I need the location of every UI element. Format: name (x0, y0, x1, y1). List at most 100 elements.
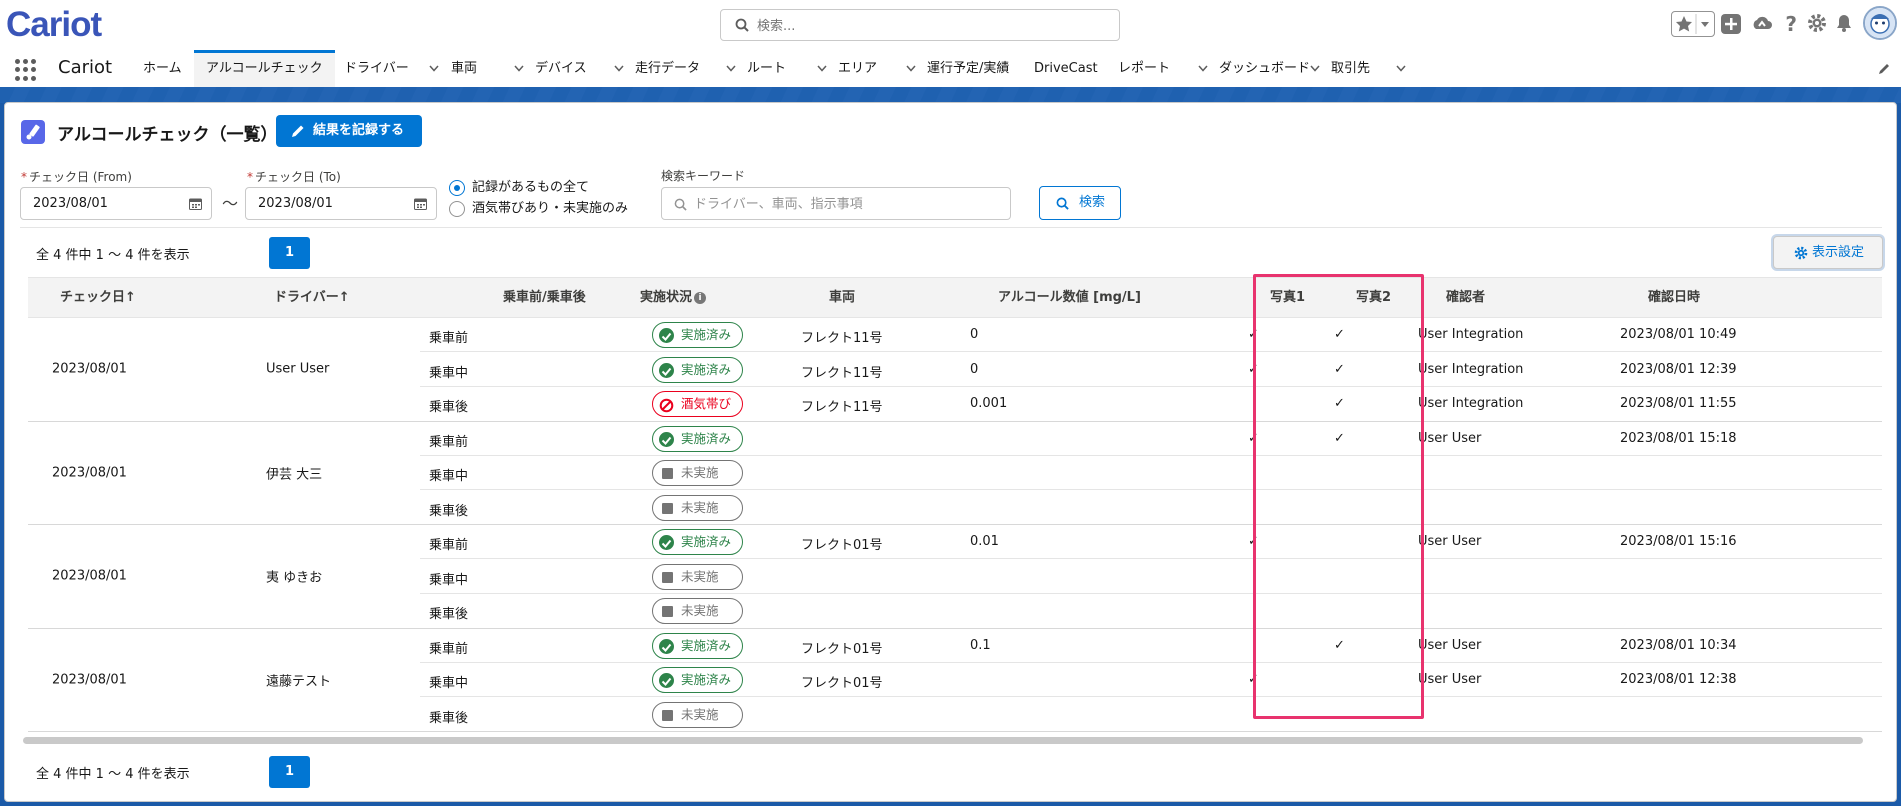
table-row[interactable]: 乗車前 フレクト01号 0.1 ✓ User User 2023/08/01 10:34 実… (420, 629, 1882, 663)
date-from-input[interactable]: 2023/08/01 (20, 187, 212, 220)
nav-tab[interactable]: 取引先 (1331, 50, 1406, 87)
table-row[interactable]: 乗車中 未実施 (420, 560, 1882, 594)
cell-confirmed-at: 2023/08/01 15:16 (1620, 534, 1737, 549)
col-driver[interactable]: ドライバー↑ (274, 278, 350, 318)
page-1-button-top[interactable]: 1 (269, 237, 310, 269)
cell-driver[interactable]: 遠藤テスト (266, 670, 331, 689)
cell-vehicle: フレクト11号 (801, 365, 883, 381)
stop-square-icon (662, 571, 673, 583)
calendar-icon[interactable] (189, 197, 202, 210)
nav-tab[interactable]: エリア (838, 50, 916, 87)
col-timing: 乗車前/乗車後 (503, 290, 586, 305)
app-launcher-icon[interactable] (15, 59, 37, 81)
cell-check-date: 2023/08/01 (52, 672, 127, 688)
status-badge-label: 実施済み (681, 430, 732, 446)
nav-tab[interactable]: レポート (1118, 50, 1208, 87)
table-row[interactable]: 乗車前 ✓ ✓ User User 2023/08/01 15:18 実施済み (420, 422, 1882, 456)
record-result-button[interactable]: 結果を記録する (276, 115, 422, 147)
help-icon[interactable]: ? (1785, 12, 1797, 36)
chevron-down-icon[interactable] (817, 65, 827, 72)
cell-timing: 乗車中 (429, 469, 469, 484)
table-row[interactable]: 乗車後 未実施 (420, 594, 1882, 628)
cell-driver[interactable]: 伊芸 大三 (266, 463, 322, 482)
chevron-down-icon[interactable] (726, 65, 736, 72)
keyword-search-input[interactable] (694, 194, 994, 214)
chevron-down-icon[interactable] (1198, 65, 1208, 72)
keyword-search-field[interactable] (661, 187, 1011, 220)
nav-tab[interactable]: ホーム (143, 50, 183, 87)
nav-tab[interactable]: 走行データ (635, 50, 736, 87)
table-row[interactable]: 乗車前 フレクト11号 0 ✓ ✓ User Integration 2023/08/01 … (420, 318, 1882, 352)
cell-driver[interactable]: 夷 ゆきお (266, 567, 322, 586)
horizontal-scrollbar[interactable] (23, 737, 1863, 744)
setup-gear-icon[interactable] (1807, 13, 1827, 37)
col-check-date[interactable]: チェック日↑ (60, 278, 136, 318)
trailhead-cloud-icon[interactable] (1751, 14, 1773, 38)
edit-nav-pencil-icon[interactable] (1877, 62, 1891, 76)
nav-tab[interactable]: デバイス (535, 50, 624, 87)
nav-tab-label: ホーム (143, 61, 182, 76)
cell-alcohol: 0.01 (970, 534, 999, 549)
search-button[interactable]: 検索 (1039, 186, 1121, 220)
chevron-down-icon[interactable] (1396, 65, 1406, 72)
table-row[interactable]: 乗車中 未実施 (420, 456, 1882, 490)
nav-tab-label: ルート (747, 61, 787, 76)
nav-tab[interactable]: 運行予定/実績 (927, 50, 1024, 87)
cell-alcohol: 0 (970, 327, 979, 342)
record-result-label: 結果を記録する (313, 123, 405, 138)
nav-tab[interactable]: アルコールチェック (194, 50, 335, 87)
global-search[interactable] (720, 9, 1120, 41)
chevron-down-icon[interactable] (429, 65, 439, 72)
cell-confirmer: User User (1418, 534, 1482, 549)
status-badge-label: 未実施 (681, 499, 719, 515)
nav-tab[interactable]: ドライバー (344, 50, 439, 87)
date-to-input[interactable]: 2023/08/01 (245, 187, 437, 220)
notification-bell-icon[interactable] (1835, 13, 1853, 37)
stop-square-icon (662, 606, 673, 617)
global-header: Cariot ? (0, 0, 1901, 50)
favorites-star-icon[interactable] (1671, 11, 1715, 37)
chevron-down-icon[interactable] (614, 65, 624, 72)
status-badge: 実施済み (652, 529, 743, 555)
radio-dot[interactable] (449, 180, 465, 196)
user-avatar[interactable] (1863, 6, 1897, 40)
stop-square-icon (662, 502, 673, 514)
radio-issues-only[interactable]: 酒気帯びあり・未実施のみ (449, 201, 628, 217)
stop-square-icon (662, 709, 673, 721)
global-create-icon[interactable] (1721, 14, 1741, 34)
nav-tab[interactable]: DriveCast (1034, 50, 1107, 87)
table-row[interactable]: 乗車後 未実施 (420, 491, 1882, 525)
table-row[interactable]: 乗車中 フレクト01号 ✓ User User 2023/08/01 12:38 実施済み (420, 663, 1882, 697)
cell-driver[interactable]: User User (266, 362, 329, 377)
calendar-icon[interactable] (414, 197, 427, 210)
display-settings-label: 表示設定 (1812, 245, 1865, 260)
chevron-down-icon[interactable] (1310, 65, 1320, 72)
cariot-logo[interactable]: Cariot (6, 5, 102, 45)
radio-all-label: 記録があるもの全て (472, 180, 590, 195)
table-row[interactable]: 乗車後 未実施 (420, 698, 1882, 732)
table-row[interactable]: 乗車後 フレクト11号 0.001 ✓ User Integration 2023/08/… (420, 387, 1882, 421)
info-icon[interactable]: i (694, 291, 707, 304)
radio-all-records[interactable]: 記録があるもの全て (449, 180, 589, 196)
check-circle-icon (659, 638, 674, 654)
status-badge-label: 実施済み (681, 534, 732, 549)
keyword-label: 検索キーワード (661, 169, 746, 183)
radio-dot[interactable] (449, 201, 465, 217)
col-alcohol: アルコール数値 [mg/L] (998, 290, 1141, 305)
display-settings-button[interactable]: 表示設定 (1773, 236, 1883, 269)
nav-tab[interactable]: ルート (747, 50, 827, 87)
nav-tab[interactable]: ダッシュボード (1219, 50, 1320, 87)
global-search-input[interactable] (757, 16, 1107, 36)
chevron-down-icon[interactable] (906, 65, 916, 72)
status-badge-label: 未実施 (681, 465, 719, 480)
page-1-button-bottom[interactable]: 1 (269, 756, 310, 788)
record-count-bottom: 全 4 件中 1 〜 4 件を表示 (36, 767, 190, 782)
nav-tab[interactable]: 車両 (451, 50, 524, 87)
status-badge: 未実施 (652, 494, 743, 521)
table-row[interactable]: 乗車中 フレクト11号 0 ✓ ✓ User Integration 2023/08/01 … (420, 353, 1882, 387)
table-row[interactable]: 乗車前 フレクト01号 0.01 ✓ User User 2023/08/01 15:16… (420, 525, 1882, 559)
cell-confirmed-at: 2023/08/01 10:34 (1620, 637, 1737, 653)
status-badge: 実施済み (652, 667, 743, 693)
cell-confirmer: User Integration (1418, 396, 1524, 411)
chevron-down-icon[interactable] (514, 65, 524, 72)
